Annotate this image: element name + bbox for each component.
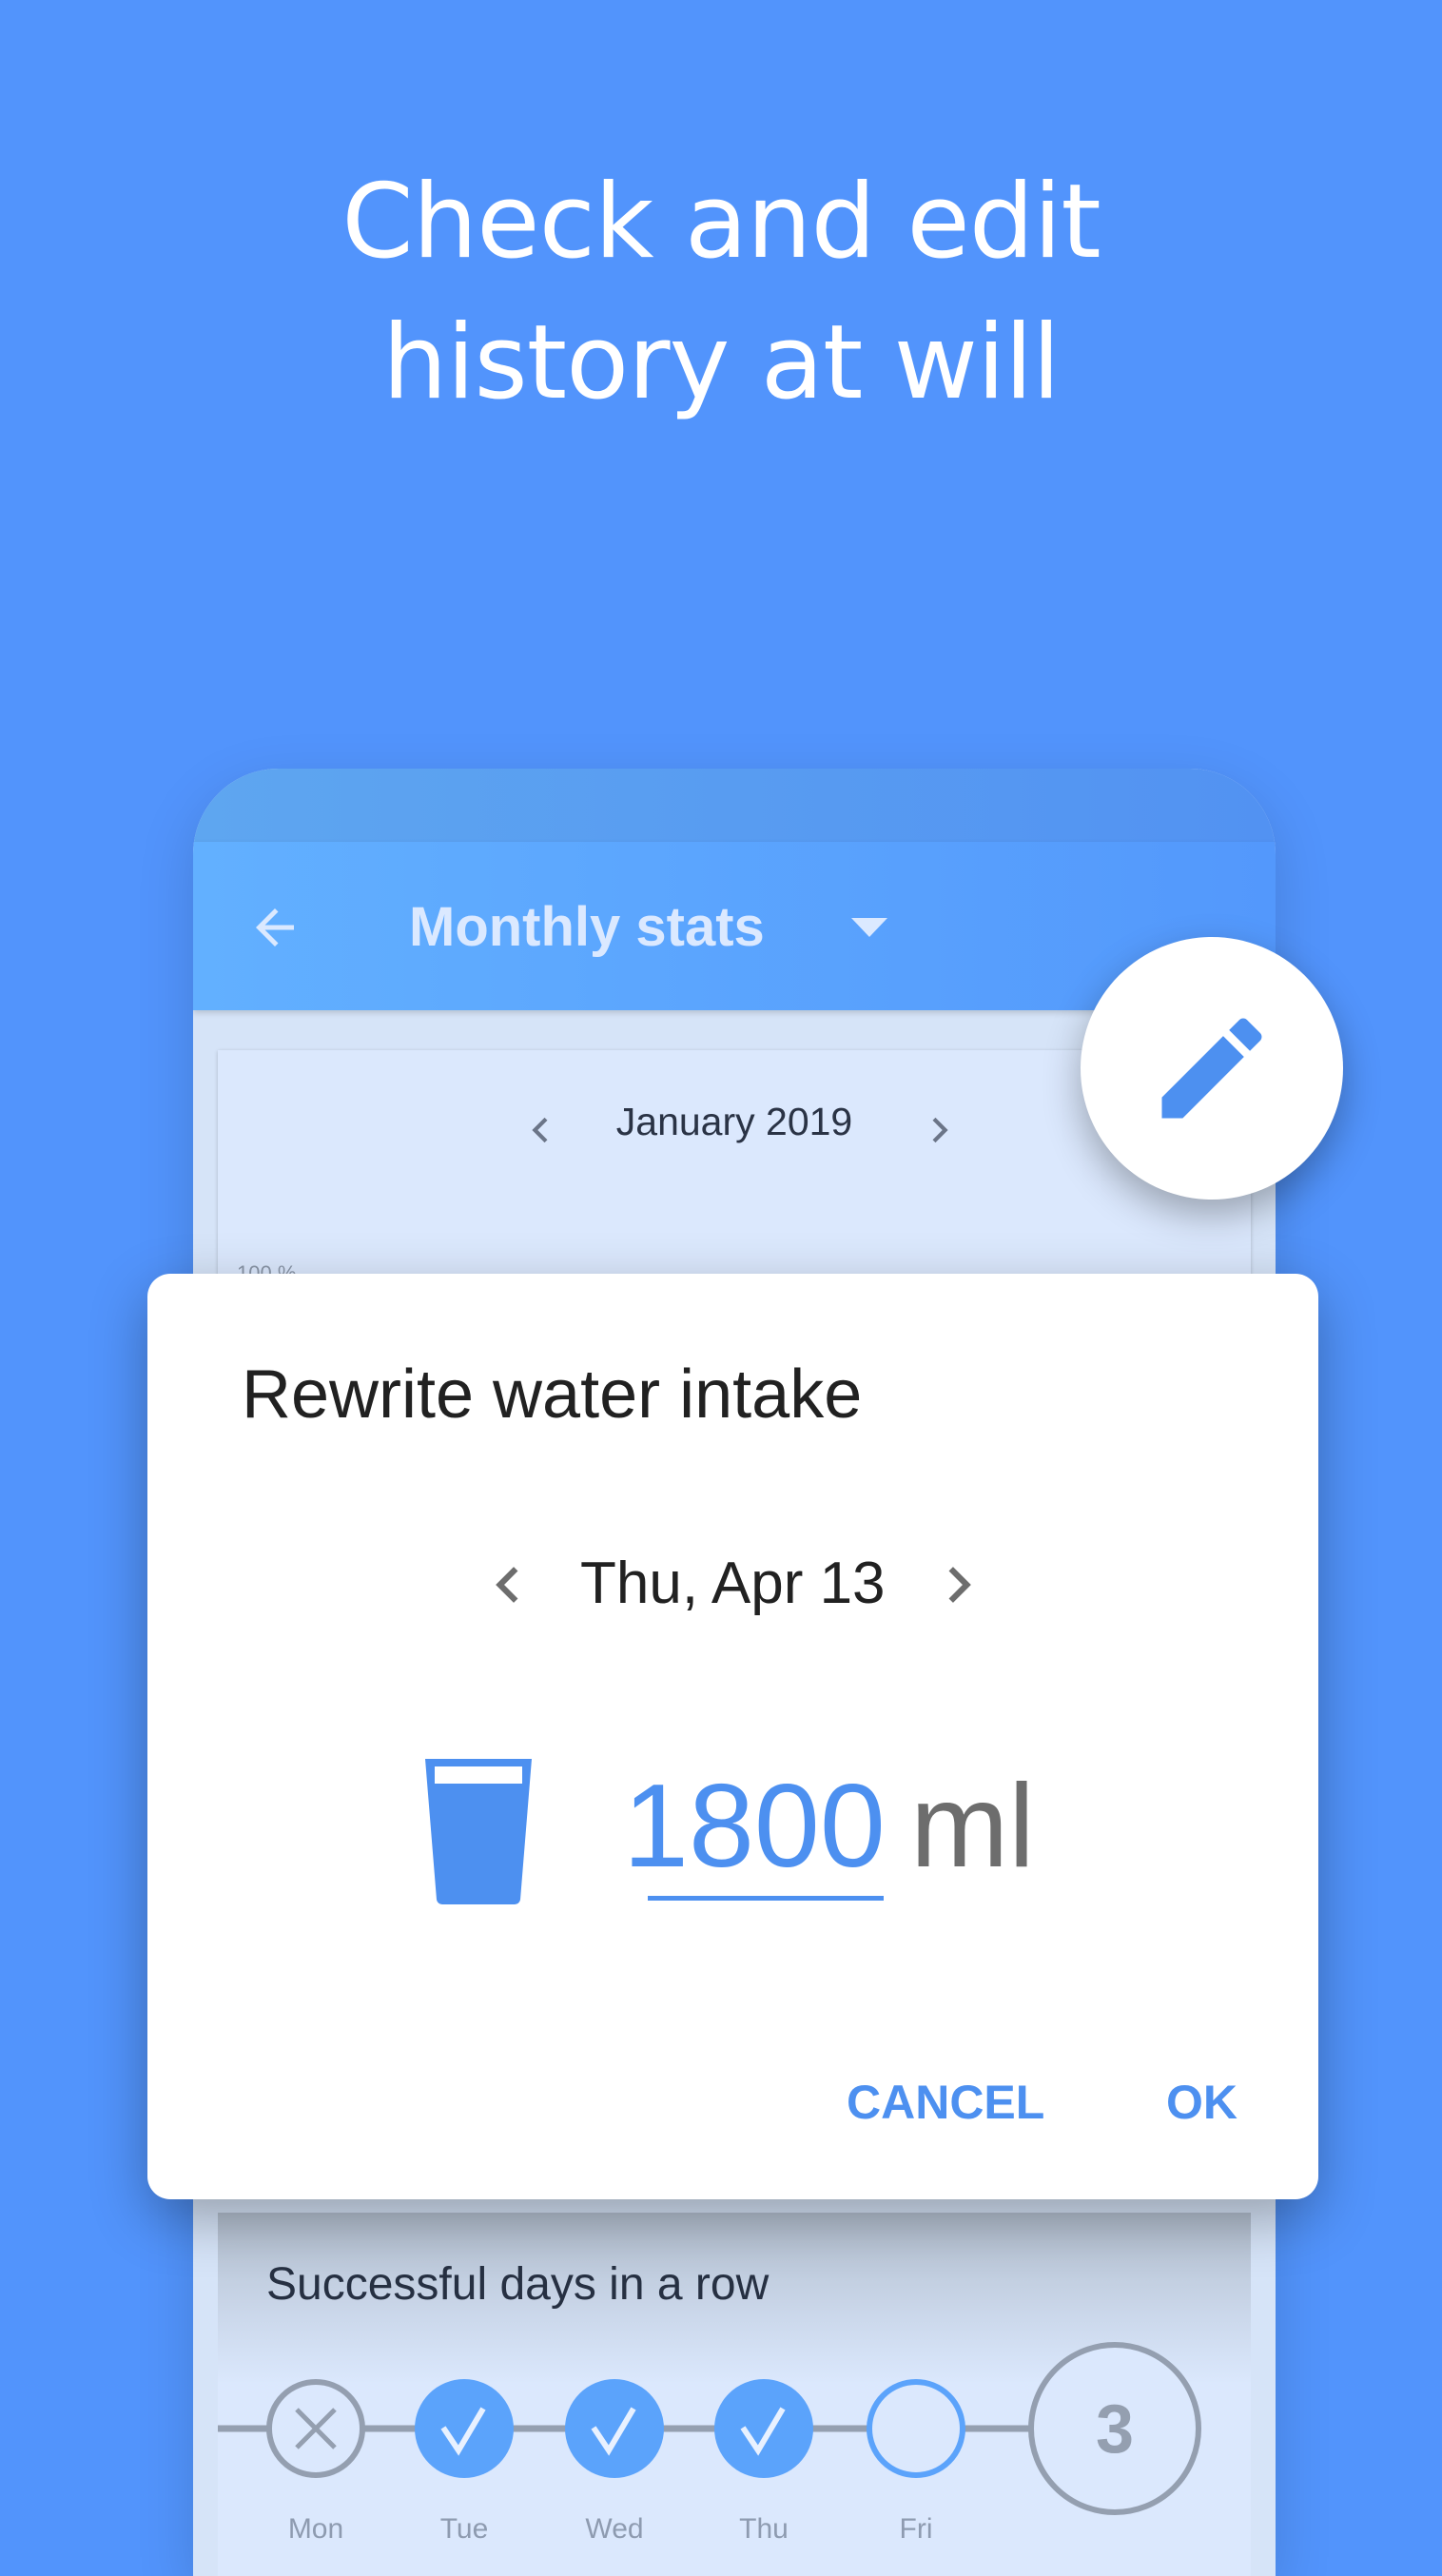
cancel-button[interactable]: CANCEL <box>847 2075 1044 2130</box>
rewrite-intake-dialog: Rewrite water intake Thu, Apr 13 1800 ml… <box>147 1274 1318 2199</box>
amount-input[interactable]: 1800 <box>623 1759 886 1894</box>
pencil-icon <box>1161 1018 1262 1119</box>
day-mon-failed <box>266 2379 365 2478</box>
water-glass-icon <box>425 1759 532 1905</box>
day-label: Mon <box>287 2513 344 2545</box>
day-label: Wed <box>585 2513 644 2545</box>
unit-label: ml <box>910 1761 1035 1892</box>
ok-button[interactable]: OK <box>1166 2075 1237 2130</box>
streak-count: 3 <box>1096 2391 1134 2468</box>
day-label: Fri <box>899 2513 933 2545</box>
edit-fab[interactable] <box>1081 937 1343 1200</box>
day-label: Tue <box>439 2513 489 2545</box>
day-thu-success <box>714 2379 813 2478</box>
day-wed-success <box>565 2379 664 2478</box>
day-fri-pending <box>867 2379 965 2478</box>
dialog-date: Thu, Apr 13 <box>580 1551 886 1616</box>
day-tue-success <box>415 2379 514 2478</box>
day-label: Thu <box>739 2513 789 2545</box>
dialog-title: Rewrite water intake <box>242 1356 863 1433</box>
amount-underline <box>648 1896 884 1901</box>
chevron-left-icon[interactable] <box>486 1561 534 1609</box>
chevron-right-icon[interactable] <box>933 1561 981 1609</box>
